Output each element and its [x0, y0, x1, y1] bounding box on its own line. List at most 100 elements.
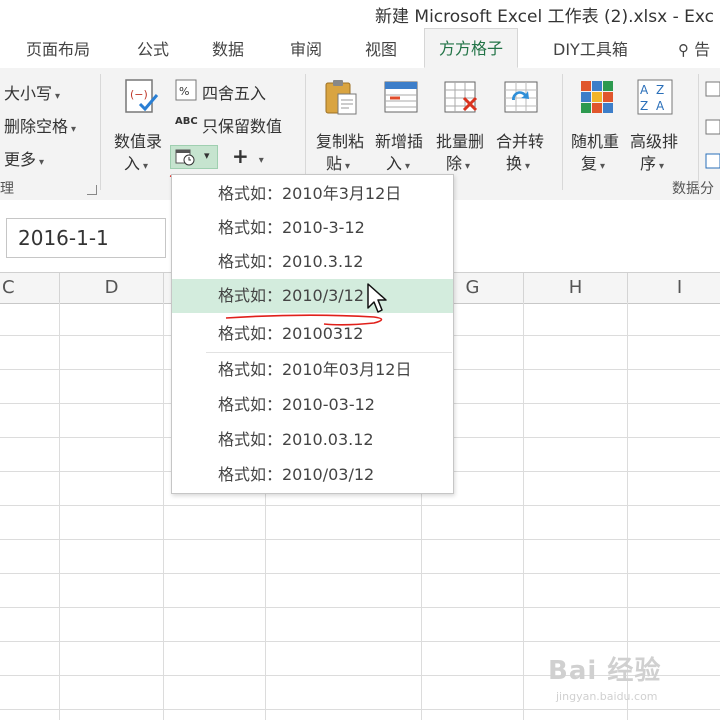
tab-page-layout[interactable]: 页面布局 — [26, 36, 90, 60]
advanced-sort-icon: A Z Z A — [637, 79, 673, 115]
menu-item-format[interactable]: 格式如：2010年03月12日 — [172, 353, 453, 387]
calendar-clock-icon — [175, 149, 195, 166]
tab-formulas[interactable]: 公式 — [137, 36, 169, 60]
chevron-down-icon: ▾ — [600, 161, 606, 172]
chevron-down-icon: ▾ — [659, 161, 665, 172]
round-icon: % — [175, 79, 197, 101]
delete-spaces-label: 删除空格 — [4, 117, 69, 136]
round-button[interactable]: 四舍五入 — [202, 80, 266, 104]
batch-delete-icon — [444, 81, 478, 113]
mouse-cursor-icon — [367, 283, 387, 313]
case-label: 大小写 — [4, 84, 53, 103]
chevron-down-icon: ▾ — [39, 157, 45, 168]
case-button[interactable]: 大小写 ▾ — [4, 80, 60, 104]
insert-label-1[interactable]: 新增插 — [375, 128, 423, 152]
menu-item-format[interactable]: 格式如：2010-3-12 — [172, 211, 453, 245]
group-label-data: 数据分 — [672, 181, 714, 197]
more-label: 更多 — [4, 150, 37, 169]
chevron-down-icon: ▾ — [71, 124, 77, 135]
copy-paste-label-2: 贴 — [326, 154, 343, 173]
group-label-text: 理 — [0, 181, 14, 197]
chevron-down-icon: ▾ — [345, 161, 351, 172]
chevron-down-icon: ▾ — [55, 91, 61, 102]
window-title: 新建 Microsoft Excel 工作表 (2).xlsx - Exc — [375, 7, 714, 27]
svg-text:A: A — [656, 99, 665, 113]
numeric-input-label-2: 入 — [124, 154, 141, 173]
abc-icon: ABC — [175, 116, 198, 127]
keep-numbers-button[interactable]: 只保留数值 — [202, 113, 282, 137]
chevron-down-icon: ▾ — [258, 155, 264, 166]
tab-diy-toolbox[interactable]: DIY工具箱 — [553, 36, 628, 60]
formula-value[interactable]: 2016-1-1 — [18, 226, 109, 250]
tab-review[interactable]: 审阅 — [290, 36, 322, 60]
column-header-i[interactable]: I — [628, 273, 720, 303]
merge-convert-label-1[interactable]: 合并转 — [496, 128, 544, 152]
menu-item-format[interactable]: 格式如：2010.3.12 — [172, 245, 453, 279]
watermark-logo: Bai 经验 — [548, 656, 662, 686]
copy-paste-button[interactable]: 贴 ▾ — [326, 150, 350, 174]
numeric-input-icon: (−) — [125, 79, 159, 113]
menu-item-format[interactable]: 格式如：2010年3月12日 — [172, 177, 453, 211]
menu-item-format[interactable]: 格式如：2010.03.12 — [172, 423, 453, 457]
batch-delete-label-1[interactable]: 批量删 — [436, 128, 484, 152]
advanced-sort-label-1[interactable]: 高级排 — [630, 128, 678, 152]
chevron-down-icon: ▾ — [465, 161, 471, 172]
merge-convert-button[interactable]: 换 ▾ — [506, 150, 530, 174]
grid-line — [163, 302, 164, 720]
chevron-down-icon: ▾ — [204, 149, 210, 162]
date-format-button[interactable]: ▾ — [170, 145, 218, 169]
svg-text:Z: Z — [640, 99, 648, 113]
menu-item-format-highlighted[interactable]: 格式如：2010/3/12 — [172, 279, 453, 313]
plus-button[interactable]: + ▾ — [232, 144, 264, 168]
delete-spaces-button[interactable]: 删除空格 ▾ — [4, 113, 76, 137]
svg-text:%: % — [179, 85, 189, 98]
column-header-c[interactable]: C — [0, 273, 60, 303]
copy-paste-label-1[interactable]: 复制粘 — [316, 128, 364, 152]
ribbon-tabs: 页面布局 公式 数据 审阅 视图 方方格子 DIY工具箱 ⚲ 告 — [0, 28, 720, 69]
tab-view[interactable]: 视图 — [365, 36, 397, 60]
batch-delete-button[interactable]: 除 ▾ — [446, 150, 470, 174]
clipboard-paste-icon — [325, 80, 357, 115]
ribbon-separator — [698, 74, 699, 190]
merge-convert-label-2: 换 — [506, 154, 523, 173]
tab-tell-me[interactable]: ⚲ 告 — [678, 36, 710, 60]
chevron-down-icon: ▾ — [143, 161, 149, 172]
numeric-input-label-1[interactable]: 数值录 — [114, 128, 162, 152]
ribbon-separator — [305, 74, 306, 190]
more-tools-icon[interactable] — [704, 80, 720, 176]
advanced-sort-label-2: 序 — [640, 154, 657, 173]
menu-item-format[interactable]: 格式如：2010-03-12 — [172, 388, 453, 422]
ribbon-separator — [562, 74, 563, 190]
chevron-down-icon: ▾ — [525, 161, 531, 172]
column-header-h[interactable]: H — [524, 273, 628, 303]
menu-item-format[interactable]: 格式如：2010/03/12 — [172, 458, 453, 492]
advanced-sort-button[interactable]: 序 ▾ — [640, 150, 664, 174]
tab-data[interactable]: 数据 — [212, 36, 244, 60]
random-repeat-label-1[interactable]: 随机重 — [571, 128, 619, 152]
insert-rows-icon — [384, 81, 418, 113]
lightbulb-icon: ⚲ — [678, 41, 689, 59]
insert-label-2: 入 — [386, 154, 403, 173]
ribbon-separator — [100, 74, 101, 190]
svg-text:Z: Z — [656, 83, 664, 97]
date-format-menu: 格式如：2010年3月12日 格式如：2010-3-12 格式如：2010.3.… — [171, 174, 454, 494]
column-header-d[interactable]: D — [60, 273, 164, 303]
tell-me-label: 告 — [694, 40, 711, 59]
random-repeat-label-2: 复 — [581, 154, 598, 173]
title-bar: 新建 Microsoft Excel 工作表 (2).xlsx - Exc — [0, 0, 720, 28]
grid-line — [59, 302, 60, 720]
tab-fangfang[interactable]: 方方格子 — [424, 28, 519, 68]
batch-delete-label-2: 除 — [446, 154, 463, 173]
insert-button[interactable]: 入 ▾ — [386, 150, 410, 174]
numeric-input-button[interactable]: 入 ▾ — [124, 150, 148, 174]
grid-line — [523, 302, 524, 720]
dialog-launcher-icon[interactable] — [87, 185, 97, 195]
watermark-url: jingyan.baidu.com — [556, 690, 658, 703]
svg-text:A: A — [640, 83, 649, 97]
more-button[interactable]: 更多 ▾ — [4, 146, 44, 170]
svg-text:(−): (−) — [130, 88, 148, 101]
merge-convert-icon — [504, 81, 538, 113]
chevron-down-icon: ▾ — [405, 161, 411, 172]
plus-icon: + — [232, 144, 249, 168]
random-repeat-button[interactable]: 复 ▾ — [581, 150, 605, 174]
